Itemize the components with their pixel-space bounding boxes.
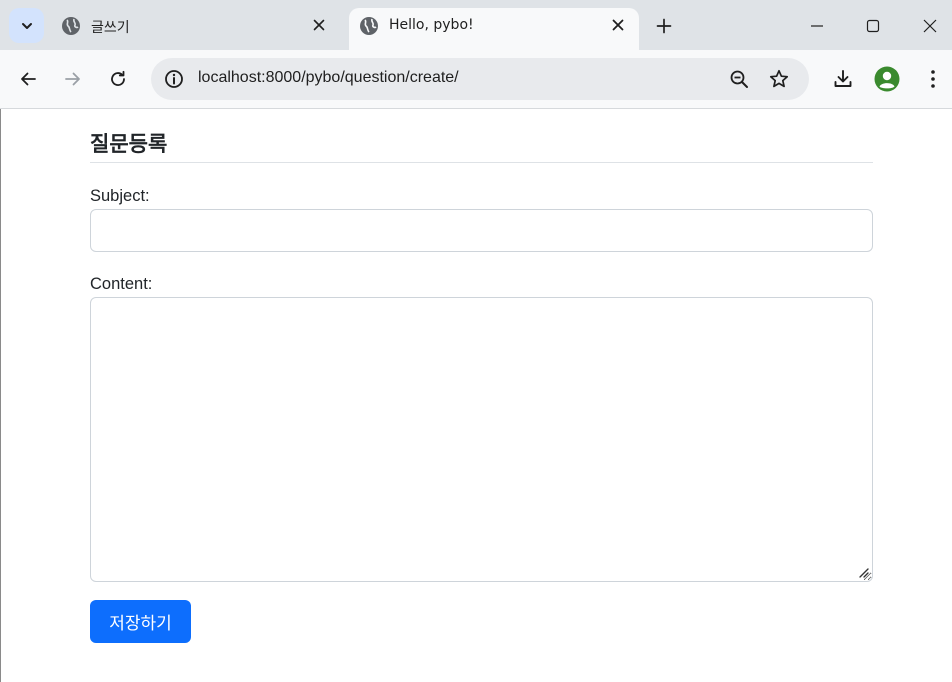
tab-title: Hello, pybo! [389, 17, 474, 33]
save-button[interactable]: 저장하기 [90, 600, 191, 643]
tab-search-button[interactable] [9, 8, 44, 43]
tab-strip: 글쓰기 Hello, pybo! [0, 0, 952, 50]
url-text[interactable]: localhost:8000/pybo/question/create/ [198, 69, 459, 87]
downloads-button[interactable] [828, 64, 858, 94]
arrow-right-icon [65, 72, 80, 86]
zoom-out-icon [730, 70, 748, 88]
close-icon [313, 19, 325, 31]
info-icon [165, 70, 183, 88]
close-icon [923, 19, 937, 33]
new-tab-button[interactable] [650, 12, 678, 40]
page-content: 질문등록 Subject: Content: 저장하기 [0, 109, 952, 682]
tab-title: 글쓰기 [91, 20, 130, 36]
resize-handle-icon[interactable] [857, 566, 869, 578]
chevron-down-icon [21, 22, 32, 29]
close-icon [612, 19, 624, 31]
content-textarea[interactable] [90, 297, 873, 582]
maximize-icon [866, 19, 880, 33]
forward-button[interactable] [58, 64, 88, 94]
page-title: 질문등록 [90, 132, 168, 156]
profile-button[interactable] [872, 64, 902, 94]
tab-close-button[interactable] [308, 14, 330, 36]
browser-toolbar: localhost:8000/pybo/question/create/ [0, 50, 952, 109]
window-close-button[interactable] [910, 8, 950, 44]
site-info-button[interactable] [160, 65, 188, 93]
minimize-button[interactable] [797, 8, 837, 44]
minimize-icon [811, 25, 823, 27]
tab-close-button[interactable] [607, 14, 629, 36]
tab-active[interactable]: Hello, pybo! [349, 8, 639, 50]
reload-button[interactable] [103, 64, 133, 94]
arrow-left-icon [21, 72, 36, 86]
globe-icon [360, 17, 378, 35]
bookmark-button[interactable] [765, 65, 793, 93]
back-button[interactable] [13, 64, 43, 94]
reload-icon [111, 70, 125, 86]
title-divider [90, 162, 873, 163]
plus-icon [656, 18, 672, 34]
download-icon [834, 70, 852, 87]
tab-inactive[interactable]: 글쓰기 [50, 8, 340, 50]
menu-button[interactable] [918, 64, 948, 94]
address-bar[interactable]: localhost:8000/pybo/question/create/ [151, 58, 809, 100]
maximize-button[interactable] [853, 8, 893, 44]
avatar-icon [874, 66, 900, 92]
globe-icon [62, 17, 80, 35]
more-vertical-icon [931, 70, 935, 88]
zoom-button[interactable] [725, 65, 753, 93]
content-label: Content: [90, 275, 153, 293]
subject-input[interactable] [90, 209, 873, 252]
subject-label: Subject: [90, 187, 150, 205]
star-icon [769, 69, 789, 88]
